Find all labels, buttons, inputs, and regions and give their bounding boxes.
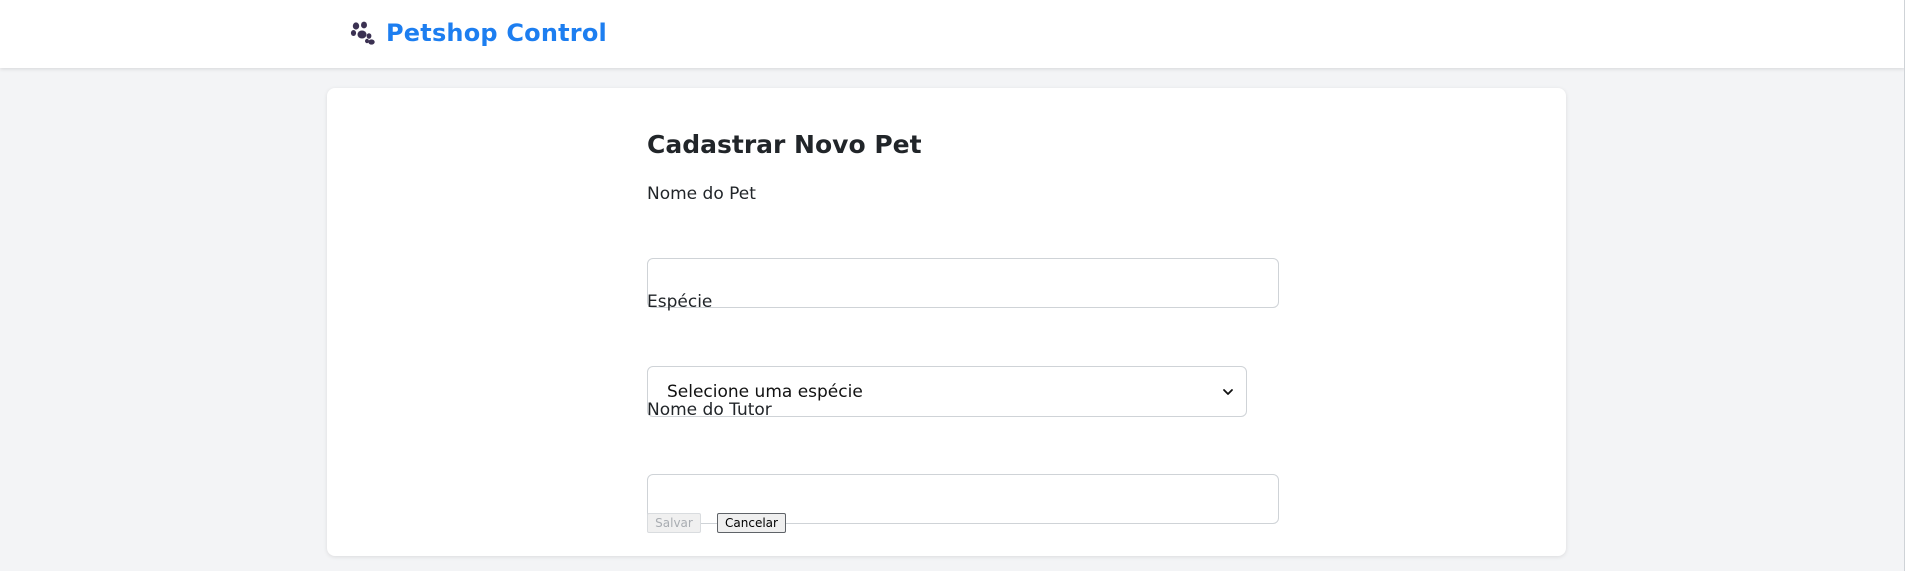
paw-icon xyxy=(350,21,375,45)
top-navbar: Petshop Control xyxy=(0,0,1905,68)
new-pet-form: Cadastrar Novo Pet Nome do Pet Espécie S… xyxy=(647,130,1281,533)
brand[interactable]: Petshop Control xyxy=(350,19,607,47)
form-title: Cadastrar Novo Pet xyxy=(647,130,922,159)
cancel-button[interactable]: Cancelar xyxy=(717,513,786,533)
owner-name-label: Nome do Tutor xyxy=(647,400,772,420)
brand-title: Petshop Control xyxy=(386,19,607,47)
species-label: Espécie xyxy=(647,292,713,312)
pet-name-input[interactable] xyxy=(647,258,1279,308)
species-selected-value: Selecione uma espécie xyxy=(667,381,863,402)
form-card: Cadastrar Novo Pet Nome do Pet Espécie S… xyxy=(327,88,1566,556)
pet-name-label: Nome do Pet xyxy=(647,184,756,204)
chevron-down-icon xyxy=(1223,388,1233,395)
save-button[interactable]: Salvar xyxy=(647,513,701,533)
